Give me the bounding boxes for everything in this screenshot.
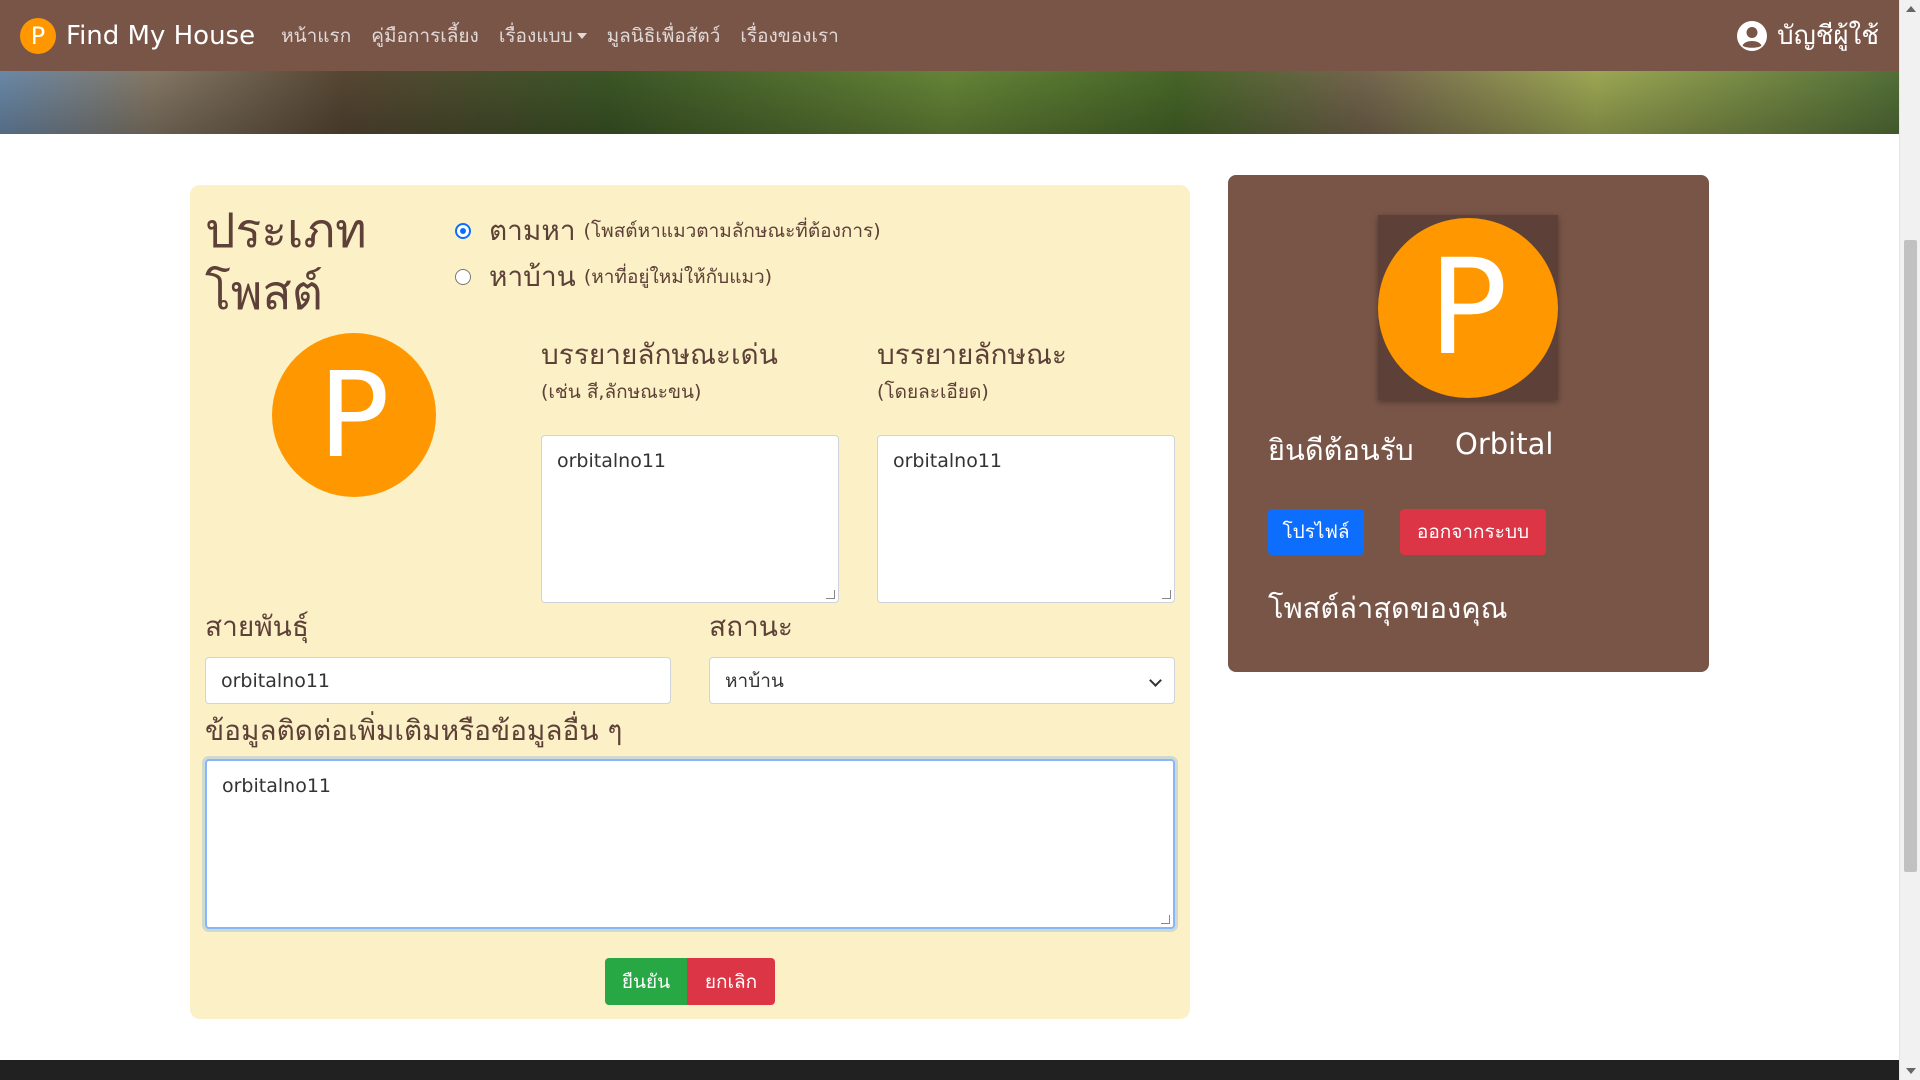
nav-stories-label: เรื่องแบบ (498, 24, 573, 47)
resize-handle-icon[interactable] (1162, 590, 1171, 599)
breed-value: orbitalno11 (221, 669, 330, 692)
cancel-button[interactable]: ยกเลิก (687, 958, 775, 1005)
radio-option-search[interactable]: ตามหา (โพสต์หาแมวตามลักษณะที่ต้องการ) (455, 209, 881, 253)
detail-value: orbitalno11 (893, 450, 1002, 472)
profile-button[interactable]: โปรไฟล์ (1268, 509, 1364, 555)
radio-rehome-label: หาบ้าน (489, 260, 576, 293)
radio-rehome[interactable] (455, 269, 471, 285)
profile-card: P ยินดีต้อนรับ Orbital โปรไฟล์ ออกจากระบ… (1228, 175, 1709, 672)
nav-about[interactable]: เรื่องของเรา (740, 21, 838, 51)
logout-button[interactable]: ออกจากระบบ (1400, 509, 1546, 555)
user-circle-icon (1737, 20, 1768, 51)
breed-input[interactable]: orbitalno11 (205, 657, 671, 704)
caret-down-icon (576, 32, 587, 39)
post-type-heading-line2: โพสต์ (205, 265, 323, 321)
resize-handle-icon[interactable] (1161, 915, 1170, 924)
vertical-scrollbar[interactable] (1899, 0, 1920, 1080)
nav-stories-dropdown[interactable]: เรื่องแบบ (499, 21, 587, 51)
profile-avatar: P (1378, 218, 1558, 398)
confirm-button[interactable]: ยืนยัน (605, 958, 687, 1005)
brand-logo-icon: P (20, 17, 56, 54)
radio-search-hint: (โพสต์หาแมวตามลักษณะที่ต้องการ) (583, 220, 881, 242)
highlight-subtitle: (เช่น สี,ลักษณะขน) (541, 381, 702, 403)
scroll-up-arrow-icon[interactable] (1906, 6, 1916, 12)
highlight-textarea[interactable]: orbitalno11 (541, 435, 839, 603)
detail-title: บรรยายลักษณะ (877, 338, 1067, 371)
status-select[interactable]: หาบ้าน (709, 657, 1175, 704)
contact-value: orbitalno11 (222, 775, 331, 797)
profile-avatar-frame: P (1378, 215, 1558, 400)
breed-label: สายพันธุ์ (205, 610, 309, 643)
chevron-down-icon (1149, 674, 1162, 687)
highlight-value: orbitalno11 (557, 450, 666, 472)
nav-care-guide[interactable]: คู่มือการเลี้ยง (371, 21, 479, 51)
detail-subtitle: (โดยละเอียด) (877, 381, 989, 403)
post-type-heading-line1: ประเภท (205, 203, 367, 259)
post-avatar: P (272, 333, 436, 497)
contact-textarea[interactable]: orbitalno11 (205, 759, 1175, 929)
brand-name: Find My House (66, 20, 256, 51)
contact-label: ข้อมูลติดต่อเพิ่มเติมหรือข้อมูลอื่น ๆ (205, 714, 623, 747)
hero-banner-shade (0, 71, 1899, 134)
radio-rehome-hint: (หาที่อยู่ใหม่ให้กับแมว) (583, 266, 773, 288)
username: Orbital (1455, 427, 1554, 461)
nav-foundation[interactable]: มูลนิธิเพื่อสัตว์ (607, 21, 721, 51)
account-menu[interactable]: บัญชีผู้ใช้ (1737, 15, 1879, 56)
brand-link[interactable]: P Find My House (20, 17, 256, 54)
detail-textarea[interactable]: orbitalno11 (877, 435, 1175, 603)
radio-search-label: ตามหา (489, 214, 576, 247)
radio-search[interactable] (455, 223, 471, 239)
welcome-text: ยินดีต้อนรับ (1268, 433, 1414, 467)
account-label: บัญชีผู้ใช้ (1777, 21, 1879, 51)
footer (0, 1060, 1899, 1080)
navbar: P Find My House หน้าแรก คู่มือการเลี้ยง … (0, 0, 1899, 71)
scroll-down-arrow-icon[interactable] (1906, 1068, 1916, 1074)
post-form-card: ประเภท โพสต์ ตามหา (โพสต์หาแมวตามลักษณะท… (190, 185, 1190, 1019)
resize-handle-icon[interactable] (826, 590, 835, 599)
status-selected-value: หาบ้าน (725, 669, 784, 692)
latest-posts-heading: โพสต์ล่าสุดของคุณ (1268, 591, 1508, 625)
radio-option-rehome[interactable]: หาบ้าน (หาที่อยู่ใหม่ให้กับแมว) (455, 255, 772, 299)
status-label: สถานะ (709, 610, 793, 643)
highlight-title: บรรยายลักษณะเด่น (541, 338, 778, 371)
scroll-thumb[interactable] (1904, 240, 1917, 872)
nav-home[interactable]: หน้าแรก (281, 21, 351, 51)
post-type-heading: ประเภท โพสต์ (205, 200, 367, 324)
